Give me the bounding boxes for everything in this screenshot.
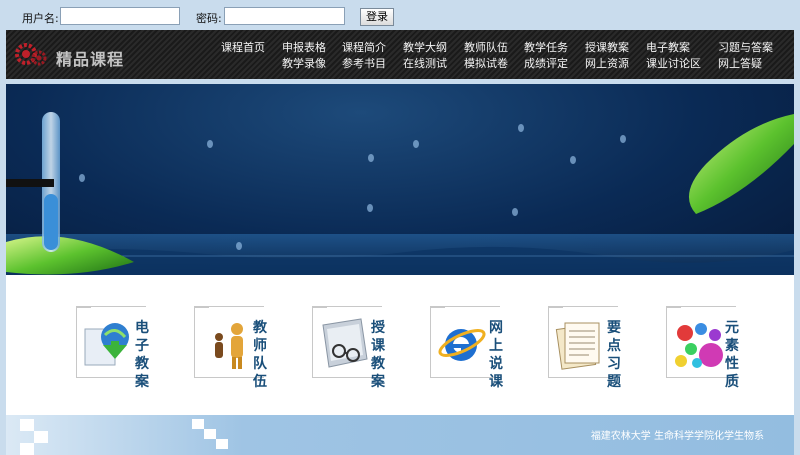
teachers-figures-icon: [215, 323, 243, 369]
tile-online-lecture[interactable]: 网上说课: [430, 306, 503, 390]
download-globe-icon: [84, 323, 129, 366]
footer-square-decoration: [204, 429, 216, 439]
password-label: 密码:: [196, 12, 222, 25]
nav-course-intro[interactable]: 课程简介: [342, 42, 386, 54]
glasses-book-icon: [322, 318, 368, 368]
banner-illustration: [6, 112, 794, 275]
password-input[interactable]: [224, 7, 345, 25]
notes-pages-icon: [555, 322, 600, 370]
login-bar: 用户名: 密码: 登录: [0, 0, 800, 30]
tile-lesson-plans[interactable]: 授课教案: [312, 306, 385, 390]
nav-mock-exams[interactable]: 模拟试卷: [464, 58, 508, 70]
nav-lesson-plans[interactable]: 授课教案: [585, 42, 629, 54]
nav-application-forms[interactable]: 申报表格: [282, 42, 326, 54]
nav-online-test[interactable]: 在线测试: [403, 58, 447, 70]
gears-logo-icon: [15, 43, 47, 66]
shortcut-panel: 电子教案 教师队伍 授课教案 网上说课 要点习题 元素性质: [6, 275, 794, 415]
tile-label: 电子教案: [135, 320, 149, 390]
nav-grading[interactable]: 成绩评定: [524, 58, 568, 70]
tile-label: 网上说课: [489, 320, 503, 390]
username-label: 用户名:: [22, 12, 59, 25]
tile-label: 教师队伍: [253, 320, 267, 390]
hero-banner: [6, 84, 794, 275]
tile-key-exercises[interactable]: 要点习题: [548, 306, 621, 390]
site-footer: 福建农林大学 生命科学学院化学生物系: [0, 415, 800, 455]
nav-exercises-answers[interactable]: 习题与答案: [718, 42, 773, 54]
username-input[interactable]: [60, 7, 180, 25]
tile-element-properties[interactable]: 元素性质: [666, 306, 739, 390]
footer-square-decoration: [216, 439, 228, 449]
footer-square-decoration: [34, 431, 48, 443]
color-balls-icon: [675, 323, 723, 368]
site-header: 精品课程 课程首页 申报表格 课程简介 教学大纲 教师队伍 教学任务 授课教案 …: [6, 30, 794, 79]
nav-online-resources[interactable]: 网上资源: [585, 58, 629, 70]
site-title: 精品课程: [56, 50, 125, 69]
tile-teachers[interactable]: 教师队伍: [194, 306, 267, 390]
nav-e-lesson-plans[interactable]: 电子教案: [646, 42, 690, 54]
nav-syllabus[interactable]: 教学大纲: [403, 42, 447, 54]
tile-e-lesson-plans[interactable]: 电子教案: [76, 306, 149, 390]
nav-online-qa[interactable]: 网上答疑: [718, 58, 762, 70]
footer-copyright: 福建农林大学 生命科学学院化学生物系: [590, 431, 764, 442]
footer-square-decoration: [192, 419, 204, 429]
internet-explorer-icon: [438, 329, 486, 361]
nav-teaching-videos[interactable]: 教学录像: [282, 58, 326, 70]
tile-label: 要点习题: [607, 320, 621, 390]
nav-teaching-tasks[interactable]: 教学任务: [524, 42, 568, 54]
login-button[interactable]: 登录: [360, 8, 394, 26]
tile-label: 授课教案: [371, 320, 385, 390]
footer-square-decoration: [20, 443, 34, 455]
tile-label: 元素性质: [725, 320, 739, 390]
nav-references[interactable]: 参考书目: [342, 58, 386, 70]
nav-teachers[interactable]: 教师队伍: [464, 42, 508, 54]
nav-discussion-forum[interactable]: 课业讨论区: [646, 58, 701, 70]
nav-course-home[interactable]: 课程首页: [221, 42, 265, 54]
footer-square-decoration: [20, 419, 34, 431]
